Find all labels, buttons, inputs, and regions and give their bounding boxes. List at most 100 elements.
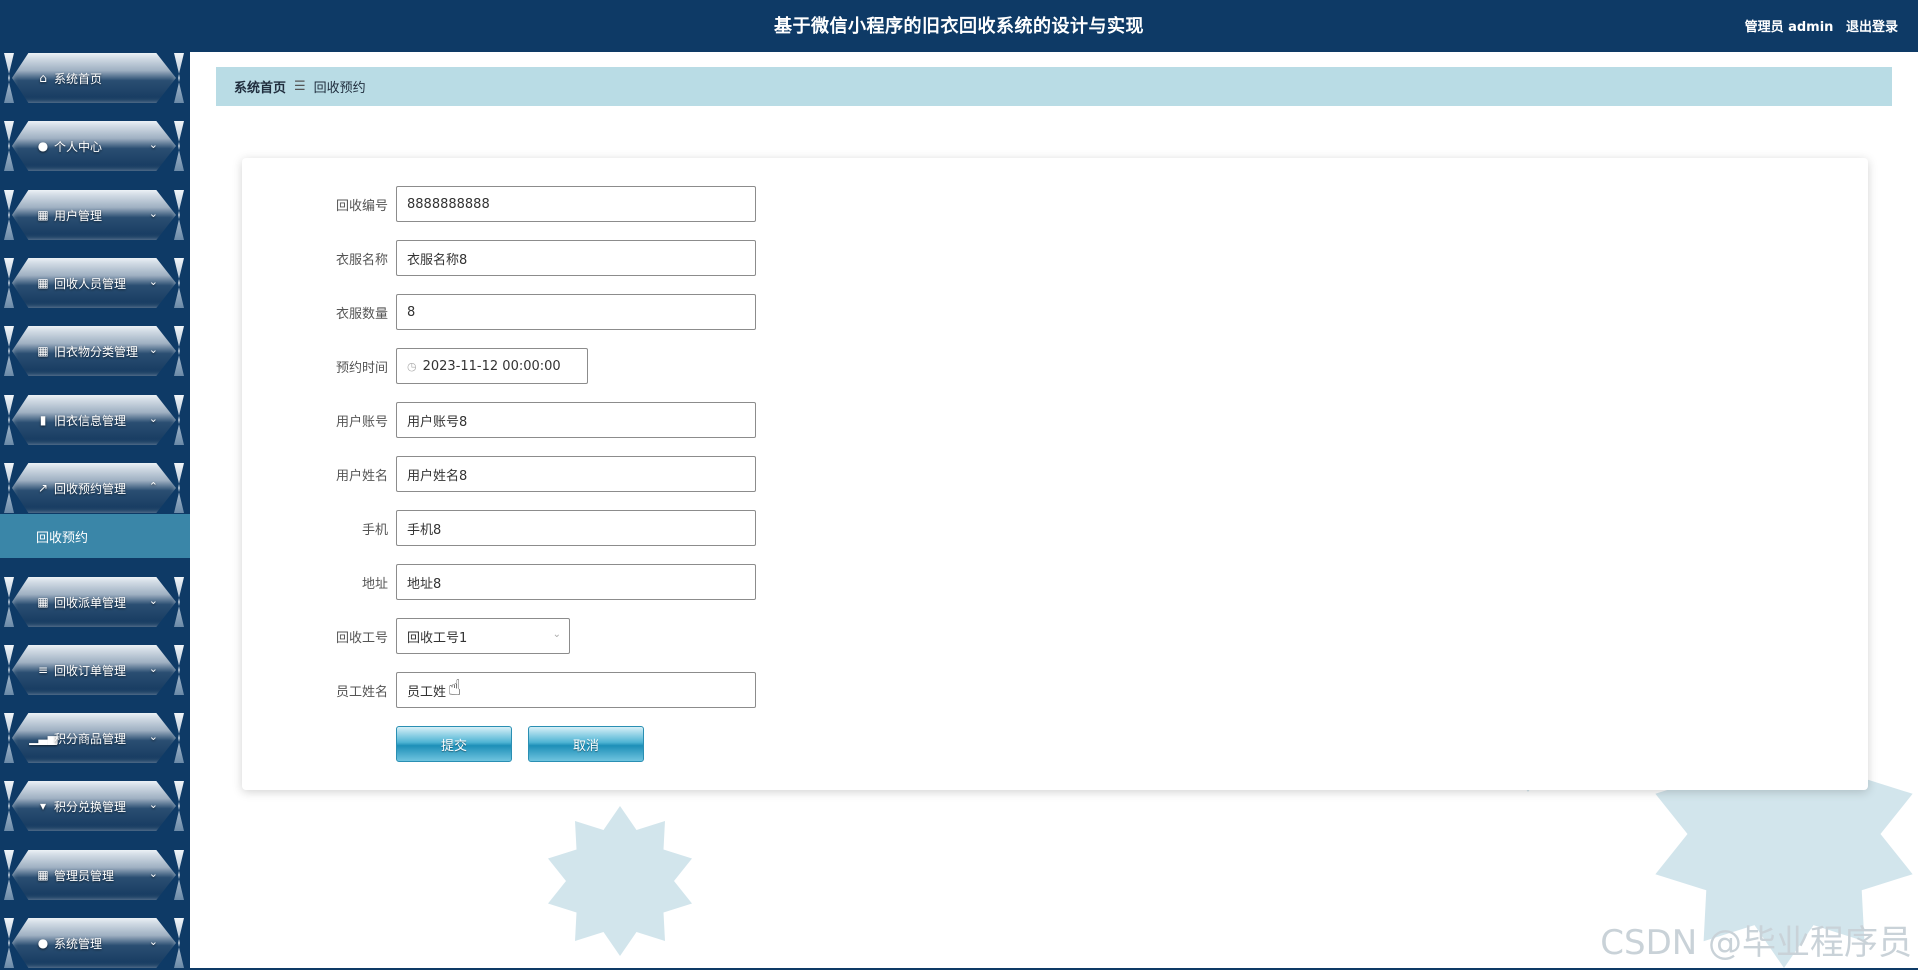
- field-label: 地址: [361, 577, 388, 592]
- form-row: 预约时间 ◷ 2023-11-12 00:00:00: [242, 348, 1042, 384]
- sidebar-item-collectors[interactable]: ▦ 回收人员管理 ⌄: [12, 258, 184, 308]
- app-window: 基于微信小程序的旧衣回收系统的设计与实现 管理员 admin 退出登录 ⌂ 系统首…: [0, 0, 1918, 970]
- field-label: 回收编号: [335, 199, 388, 214]
- grid-icon: ▦: [37, 595, 49, 609]
- field-label: 衣服数量: [335, 307, 388, 322]
- form-row: 用户姓名 用户姓名8: [242, 456, 1042, 492]
- form-row: 手机 手机8: [242, 510, 1042, 546]
- sidebar-item-admins[interactable]: ▦ 管理员管理 ⌄: [12, 850, 184, 900]
- app-title: 基于微信小程序的旧衣回收系统的设计与实现: [774, 16, 1144, 37]
- sidebar-item-dispatch[interactable]: ▦ 回收派单管理 ⌄: [12, 577, 184, 627]
- sidebar-item-label: 旧衣信息管理: [54, 413, 127, 428]
- breadcrumb: 系统首页 ☰ 回收预约: [216, 67, 1892, 106]
- line-chart-icon: ↗: [37, 481, 49, 495]
- user-account-input[interactable]: 用户账号8: [396, 402, 756, 438]
- chevron-down-icon: ⌄: [148, 207, 158, 220]
- chevron-down-icon: ⌄: [148, 343, 158, 356]
- logout-link[interactable]: 退出登录: [1846, 20, 1898, 35]
- form-row: 回收编号 8888888888: [242, 186, 1042, 222]
- breadcrumb-home[interactable]: 系统首页: [234, 77, 286, 96]
- chevron-down-icon: ⌄: [148, 138, 158, 151]
- sidebar-item-clothing-info[interactable]: ▮ 旧衣信息管理 ⌄: [12, 395, 184, 445]
- home-icon: ⌂: [39, 71, 47, 85]
- clothing-quantity-input[interactable]: 8: [396, 294, 756, 330]
- chevron-down-icon: ⌄: [148, 730, 158, 743]
- watermark: CSDN @毕业程序员: [1600, 923, 1912, 963]
- breadcrumb-current: 回收预约: [313, 81, 366, 96]
- bar-chart-icon: ▁▃▅: [29, 731, 57, 745]
- user-area: 管理员 admin 退出登录: [1737, 16, 1898, 35]
- form-row: 员工姓名 员工姓: [242, 672, 1042, 708]
- sidebar-item-label: 回收派单管理: [54, 595, 127, 610]
- field-label: 员工姓名: [335, 685, 388, 700]
- sidebar-item-system[interactable]: ● 系统管理 ⌄: [12, 918, 184, 968]
- user-icon: ●: [37, 139, 49, 153]
- field-label: 衣服名称: [335, 253, 388, 268]
- sidebar-item-points-goods[interactable]: ▁▃▅ 积分商品管理 ⌄: [12, 713, 184, 763]
- chevron-down-icon: ⌄: [148, 662, 158, 675]
- sidebar-item-label: 回收人员管理: [54, 276, 127, 291]
- appointment-time-value: 2023-11-12 00:00:00: [422, 358, 561, 374]
- grid-icon: ▦: [37, 208, 49, 222]
- form-row: 回收工号 回收工号1 ⌄: [242, 618, 1042, 654]
- field-label: 用户姓名: [335, 469, 388, 484]
- field-label: 预约时间: [335, 361, 388, 376]
- sidebar-item-label: 系统首页: [54, 71, 103, 86]
- chevron-down-icon: ⌄: [148, 275, 158, 288]
- form-row: 用户账号 用户账号8: [242, 402, 1042, 438]
- sidebar-item-users[interactable]: ▦ 用户管理 ⌄: [12, 190, 184, 240]
- form-row: 衣服数量 8: [242, 294, 1042, 330]
- header-bar: 基于微信小程序的旧衣回收系统的设计与实现 管理员 admin 退出登录: [0, 0, 1918, 52]
- user-icon: ●: [37, 936, 49, 950]
- grid-icon: ▦: [37, 344, 49, 358]
- chevron-down-icon: ⌄: [148, 935, 158, 948]
- sidebar-item-label: 用户管理: [54, 208, 103, 223]
- chevron-up-icon: ⌃: [148, 480, 158, 493]
- sidebar-item-label: 个人中心: [54, 139, 103, 154]
- sidebar-item-label: 旧衣物分类管理: [54, 344, 139, 359]
- clothing-name-input[interactable]: 衣服名称8: [396, 240, 756, 276]
- grid-icon: ▦: [37, 276, 49, 290]
- chevron-down-icon: ⌄: [148, 867, 158, 880]
- cancel-button[interactable]: 取消: [528, 726, 644, 762]
- form-row: 地址 地址8: [242, 564, 1042, 600]
- phone-input[interactable]: 手机8: [396, 510, 756, 546]
- submit-button[interactable]: 提交: [396, 726, 512, 762]
- hand-cursor-icon: ☝: [448, 676, 462, 701]
- clock-icon: ◷: [407, 359, 417, 373]
- sidebar-item-label: 回收订单管理: [54, 663, 127, 678]
- appointment-time-picker[interactable]: ◷ 2023-11-12 00:00:00: [396, 348, 588, 384]
- collector-id-value: 回收工号1: [407, 630, 468, 646]
- grid-icon: ▦: [37, 868, 49, 882]
- sidebar-item-home[interactable]: ⌂ 系统首页: [12, 53, 184, 103]
- address-input[interactable]: 地址8: [396, 564, 756, 600]
- form-card: 回收编号 8888888888 衣服名称 衣服名称8 衣服数量 8 预约时间 ◷…: [242, 158, 1868, 790]
- chevron-down-icon: ⌄: [148, 798, 158, 811]
- menu-icon: ☰: [294, 79, 306, 94]
- sliders-icon: ≡: [37, 663, 49, 677]
- cup-icon: ▾: [39, 799, 47, 813]
- sidebar-item-orders[interactable]: ≡ 回收订单管理 ⌄: [12, 645, 184, 695]
- sidebar-item-points-exchange[interactable]: ▾ 积分兑换管理 ⌄: [12, 781, 184, 831]
- sidebar: ⌂ 系统首页 ● 个人中心 ⌄ ▦ 用户管理 ⌄ ▦ 回收人员管理 ⌄ ▦ 旧衣物分类管理 ⌄ ▮…: [0, 0, 190, 970]
- sidebar-item-label: 回收预约管理: [54, 481, 127, 496]
- decor-star: [548, 806, 692, 956]
- form-row: 衣服名称 衣服名称8: [242, 240, 1042, 276]
- sidebar-item-appointments[interactable]: ↗ 回收预约管理 ⌃: [12, 463, 184, 513]
- sidebar-item-label: 管理员管理: [54, 868, 115, 883]
- chevron-down-icon: ⌄: [552, 629, 561, 640]
- sidebar-item-label: 积分商品管理: [54, 731, 127, 746]
- chart-bar-icon: ▮: [39, 413, 47, 427]
- user-name-input[interactable]: 用户姓名8: [396, 456, 756, 492]
- sidebar-subitem-appointment[interactable]: 回收预约: [0, 514, 190, 558]
- sidebar-item-label: 积分兑换管理: [54, 799, 127, 814]
- sidebar-item-profile[interactable]: ● 个人中心 ⌄: [12, 121, 184, 171]
- sidebar-item-categories[interactable]: ▦ 旧衣物分类管理 ⌄: [12, 326, 184, 376]
- field-label: 手机: [361, 523, 388, 538]
- collector-id-select[interactable]: 回收工号1 ⌄: [396, 618, 570, 654]
- chevron-down-icon: ⌄: [148, 594, 158, 607]
- field-label: 回收工号: [335, 631, 388, 646]
- recycle-number-input[interactable]: 8888888888: [396, 186, 756, 222]
- chevron-down-icon: ⌄: [148, 412, 158, 425]
- sidebar-item-label: 系统管理: [54, 936, 103, 951]
